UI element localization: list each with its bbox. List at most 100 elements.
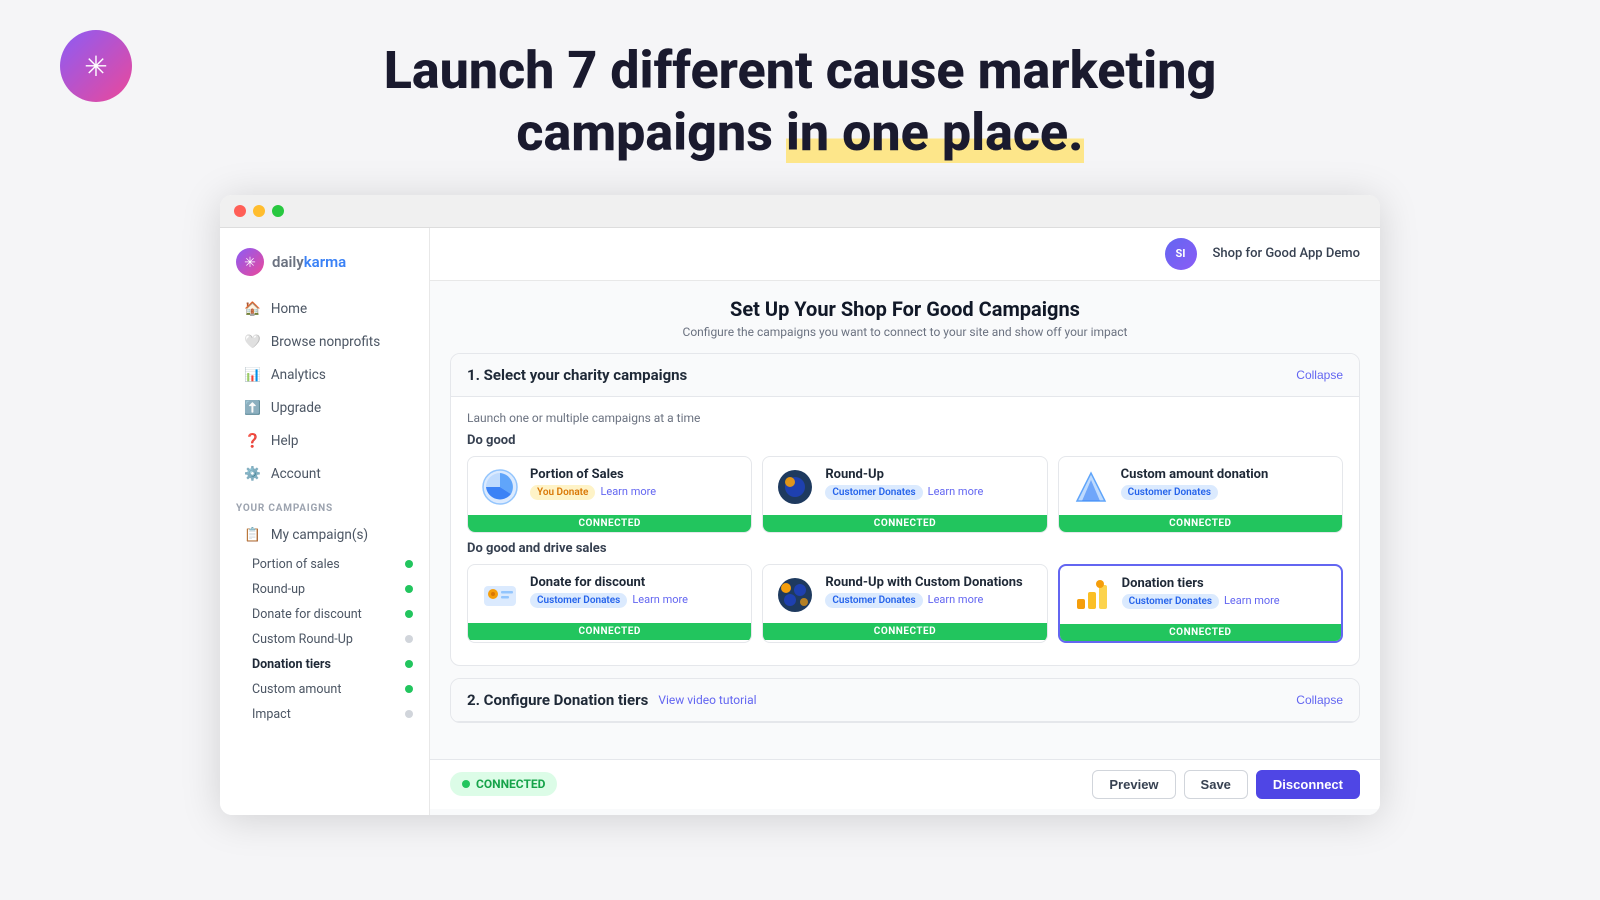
campaign-card-donation-tiers[interactable]: Donation tiers Customer Donates Learn mo…: [1058, 564, 1343, 643]
sidebar-label-upgrade: Upgrade: [271, 400, 321, 416]
campaign-name: Custom amount donation: [1121, 467, 1330, 482]
campaign-label: Custom Round-Up: [252, 632, 353, 647]
app-logo: ✳: [60, 30, 132, 102]
brand-karma: karma: [304, 253, 346, 271]
sidebar-item-browse[interactable]: 🤍 Browse nonprofits: [228, 326, 421, 358]
campaign-label: Donation tiers: [252, 657, 331, 672]
do-good-drive-label: Do good and drive sales: [467, 541, 1343, 556]
custom-amount-icon: [1071, 467, 1111, 507]
campaign-item-donation-tiers[interactable]: Donation tiers: [220, 652, 429, 677]
campaign-label: Portion of sales: [252, 557, 340, 572]
svg-text:✳: ✳: [244, 255, 256, 271]
campaign-card-portion-of-sales[interactable]: Portion of Sales You Donate Learn more C…: [467, 456, 752, 533]
brand-daily: daily: [272, 253, 304, 271]
connected-bar-pos: CONNECTED: [468, 515, 751, 532]
connected-bar-ca: CONNECTED: [1059, 515, 1342, 532]
campaign-card-round-up[interactable]: Round-Up Customer Donates Learn more CON…: [762, 456, 1047, 533]
preview-button[interactable]: Preview: [1092, 770, 1175, 799]
status-indicator: [405, 610, 413, 618]
campaign-label: Round-up: [252, 582, 305, 597]
sidebar-item-help[interactable]: ❓ Help: [228, 425, 421, 457]
donate-discount-icon: [480, 575, 520, 615]
sidebar-brand: ✳ dailykarma: [220, 244, 429, 292]
sidebar-label-account: Account: [271, 466, 321, 482]
brand-logo-icon: ✳: [236, 248, 264, 276]
portion-of-sales-icon: [480, 467, 520, 507]
logo-icon: ✳: [84, 50, 107, 83]
save-button[interactable]: Save: [1184, 770, 1248, 799]
window-maximize-dot: [272, 205, 284, 217]
upgrade-icon: ⬆️: [244, 400, 261, 416]
connected-bar-ru: CONNECTED: [763, 515, 1046, 532]
campaign-item-donate-for-discount[interactable]: Donate for discount: [220, 602, 429, 627]
section-2-header: 2. Configure Donation tiers View video t…: [451, 679, 1359, 722]
disconnect-button[interactable]: Disconnect: [1256, 770, 1360, 799]
learn-more-link-dd[interactable]: Learn more: [632, 593, 688, 608]
campaign-item-portion-of-sales[interactable]: Portion of sales: [220, 552, 429, 577]
campaign-card-roundup-custom[interactable]: Round-Up with Custom Donations Customer …: [762, 564, 1047, 643]
topbar: SI Shop for Good App Demo: [430, 228, 1380, 281]
my-campaigns-label: My campaign(s): [271, 527, 368, 543]
launch-hint: Launch one or multiple campaigns at a ti…: [467, 411, 1343, 425]
bottom-toolbar: CONNECTED Preview Save Disconnect: [430, 759, 1380, 809]
sidebar-item-home[interactable]: 🏠 Home: [228, 293, 421, 325]
customer-donates-tag: Customer Donates: [530, 593, 627, 608]
campaign-name: Round-Up: [825, 467, 1034, 482]
campaign-card-donate-discount[interactable]: Donate for discount Customer Donates Lea…: [467, 564, 752, 643]
user-avatar: SI: [1165, 238, 1197, 270]
home-icon: 🏠: [244, 301, 261, 317]
window-minimize-dot: [253, 205, 265, 217]
section-1-collapse-button[interactable]: Collapse: [1296, 368, 1343, 382]
campaign-label: Impact: [252, 707, 291, 722]
campaign-card-custom-amount[interactable]: Custom amount donation Customer Donates …: [1058, 456, 1343, 533]
campaign-item-custom-round-up[interactable]: Custom Round-Up: [220, 627, 429, 652]
section-1-header: 1. Select your charity campaigns Collaps…: [451, 354, 1359, 397]
sidebar-label-home: Home: [271, 301, 307, 317]
sidebar-item-analytics[interactable]: 📊 Analytics: [228, 359, 421, 391]
sidebar-label-help: Help: [271, 433, 299, 449]
setup-subtitle: Configure the campaigns you want to conn…: [450, 325, 1360, 339]
campaign-item-round-up[interactable]: Round-up: [220, 577, 429, 602]
status-indicator: [405, 560, 413, 568]
app-window: ✳ dailykarma 🏠 Home 🤍 Browse nonprofits …: [220, 195, 1380, 815]
campaign-item-impact[interactable]: Impact: [220, 702, 429, 727]
campaign-item-custom-amount[interactable]: Custom amount: [220, 677, 429, 702]
section-2-collapse-button[interactable]: Collapse: [1296, 693, 1343, 707]
sidebar-label-browse: Browse nonprofits: [271, 334, 380, 350]
analytics-icon: 📊: [244, 367, 261, 383]
sidebar: ✳ dailykarma 🏠 Home 🤍 Browse nonprofits …: [220, 228, 430, 815]
connected-dot: [462, 780, 470, 788]
video-tutorial-link[interactable]: View video tutorial: [658, 693, 756, 707]
learn-more-link-ruc[interactable]: Learn more: [928, 593, 984, 608]
section-1-title: 1. Select your charity campaigns: [467, 366, 687, 384]
status-indicator: [405, 585, 413, 593]
customer-donates-tag: Customer Donates: [825, 593, 922, 608]
section-1-body: Launch one or multiple campaigns at a ti…: [451, 397, 1359, 665]
sidebar-item-account[interactable]: ⚙️ Account: [228, 458, 421, 490]
connected-badge: CONNECTED: [450, 772, 557, 796]
do-good-label: Do good: [467, 433, 1343, 448]
sidebar-item-upgrade[interactable]: ⬆️ Upgrade: [228, 392, 421, 424]
window-close-dot: [234, 205, 246, 217]
campaigns-section-label: YOUR CAMPAIGNS: [220, 491, 429, 518]
campaigns-row-2: Donate for discount Customer Donates Lea…: [467, 564, 1343, 643]
window-titlebar: [220, 195, 1380, 228]
user-name: Shop for Good App Demo: [1213, 246, 1360, 261]
status-indicator: [405, 685, 413, 693]
setup-title: Set Up Your Shop For Good Campaigns: [450, 297, 1360, 321]
customer-donates-tag: Customer Donates: [1121, 485, 1218, 500]
campaign-label: Donate for discount: [252, 607, 362, 622]
learn-more-link-ru[interactable]: Learn more: [928, 485, 984, 500]
status-indicator: [405, 635, 413, 643]
sidebar-item-my-campaigns[interactable]: 📋 My campaign(s): [228, 519, 421, 551]
main-content: SI Shop for Good App Demo Set Up Your Sh…: [430, 228, 1380, 815]
learn-more-link-dt[interactable]: Learn more: [1224, 594, 1280, 609]
campaign-name: Round-Up with Custom Donations: [825, 575, 1034, 590]
learn-more-link-pos[interactable]: Learn more: [600, 485, 656, 500]
campaign-name: Donate for discount: [530, 575, 739, 590]
browse-icon: 🤍: [244, 334, 261, 350]
section-2-card: 2. Configure Donation tiers View video t…: [450, 678, 1360, 723]
you-donate-tag: You Donate: [530, 485, 595, 500]
campaigns-row-1: Portion of Sales You Donate Learn more C…: [467, 456, 1343, 533]
donation-tiers-icon: [1072, 576, 1112, 616]
